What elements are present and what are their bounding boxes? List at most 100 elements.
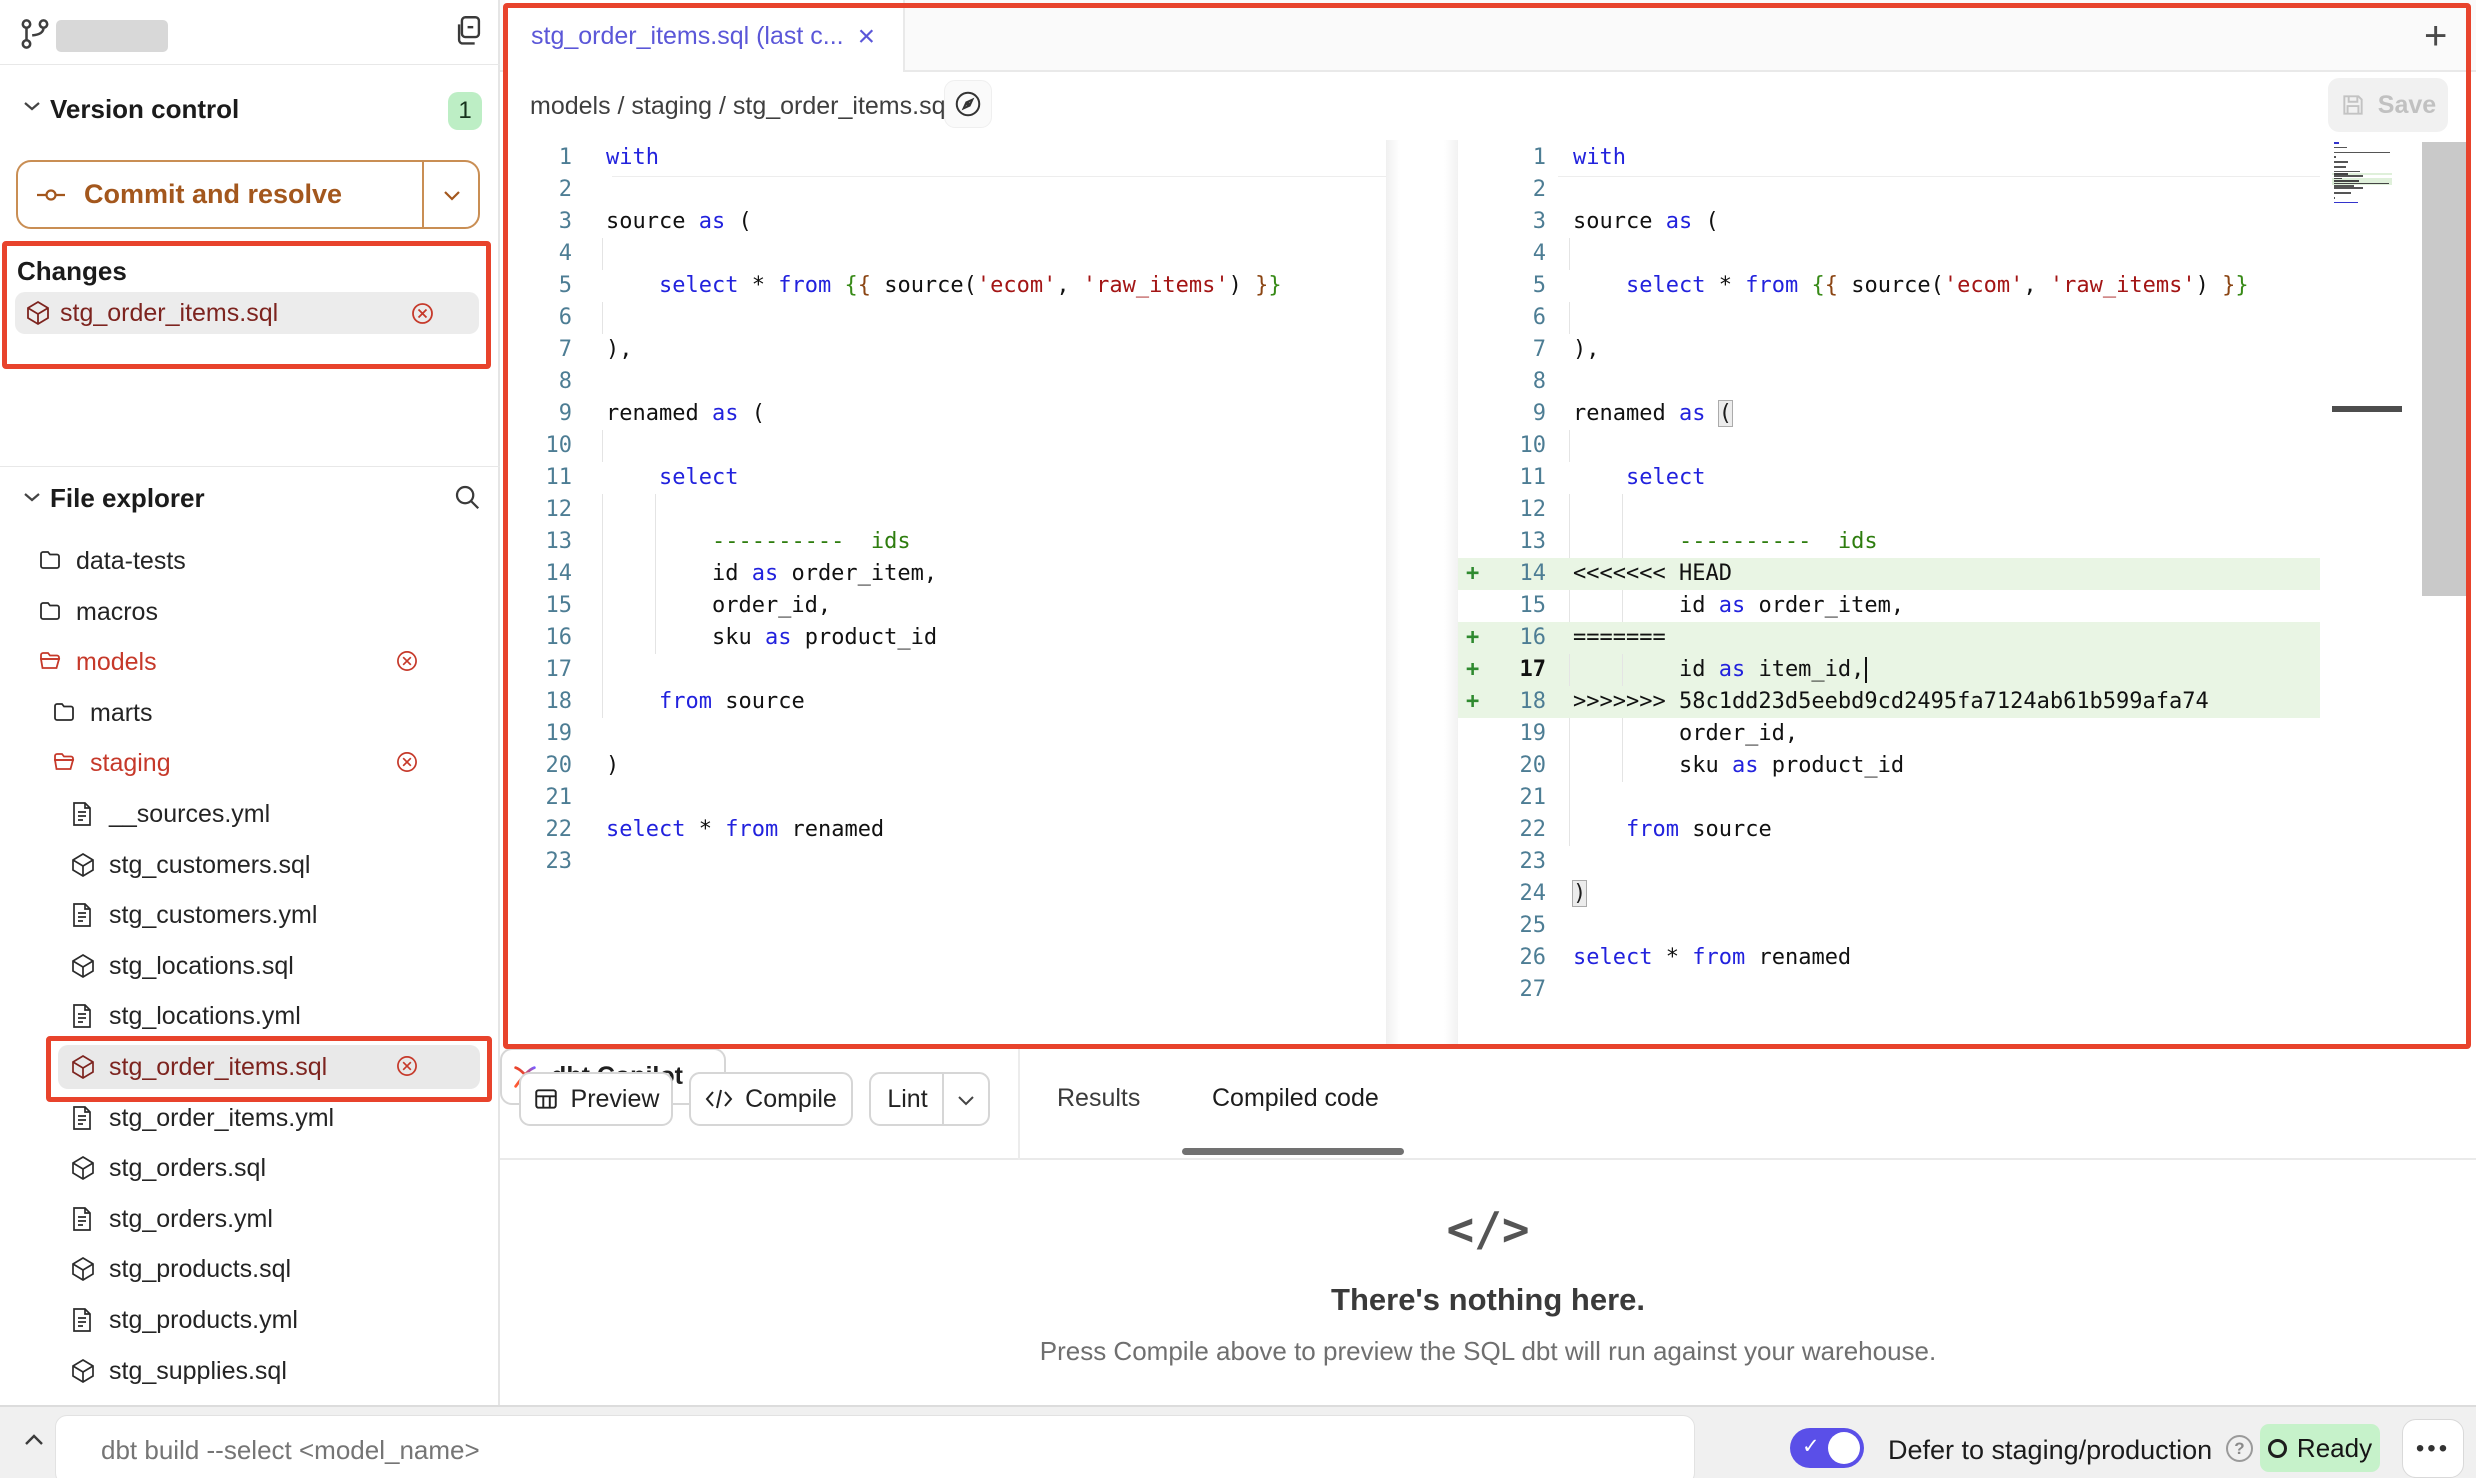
code-line-22[interactable]: 22select * from renamed xyxy=(505,814,1386,846)
code-line-20[interactable]: 20) xyxy=(505,750,1386,782)
code-line-9[interactable]: 9renamed as ( xyxy=(505,398,1386,430)
code-line-9[interactable]: 9renamed as ( xyxy=(1458,398,2320,430)
file-item-stg_locations.yml[interactable]: stg_locations.yml xyxy=(0,994,500,1038)
discard-change-icon[interactable] xyxy=(396,751,418,773)
file-item-staging[interactable]: staging xyxy=(0,741,500,785)
code-line-23[interactable]: 23 xyxy=(505,846,1386,878)
code-line-10[interactable]: 10 xyxy=(505,430,1386,462)
preview-button[interactable]: Preview xyxy=(519,1072,673,1126)
discard-change-icon[interactable] xyxy=(411,302,434,325)
discard-change-icon[interactable] xyxy=(396,650,418,672)
file-item-stg_customers.yml[interactable]: stg_customers.yml xyxy=(0,893,500,937)
code-line-18[interactable]: 18 from source xyxy=(505,686,1386,718)
file-item-stg_supplies.sql[interactable]: stg_supplies.sql xyxy=(0,1349,500,1393)
discard-change-icon[interactable] xyxy=(396,1055,418,1077)
code-line-12[interactable]: 12 xyxy=(1458,494,2320,526)
code-line-20[interactable]: 20 sku as product_id xyxy=(1458,750,2320,782)
commit-and-resolve-button[interactable]: Commit and resolve xyxy=(16,160,480,229)
file-item-stg_orders.sql[interactable]: stg_orders.sql xyxy=(0,1146,500,1190)
code-line-19[interactable]: 19 order_id, xyxy=(1458,718,2320,750)
minimap[interactable] xyxy=(2332,142,2392,208)
code-line-13[interactable]: 13 ---------- ids xyxy=(1458,526,2320,558)
tab-results[interactable]: Results xyxy=(1057,1084,1140,1113)
file-item-__sources.yml[interactable]: __sources.yml xyxy=(0,792,500,836)
diff-pane-original[interactable]: 1with23source as (45 select * from {{ so… xyxy=(505,142,1386,878)
code-line-14[interactable]: 14 id as order_item, xyxy=(505,558,1386,590)
chevron-down-icon[interactable] xyxy=(22,490,42,504)
file-item-stg_locations.sql[interactable]: stg_locations.sql xyxy=(0,944,500,988)
lineage-compass-icon[interactable] xyxy=(944,80,992,128)
file-item-stg_order_items.sql[interactable]: stg_order_items.sql xyxy=(0,1045,500,1089)
code-line-3[interactable]: 3source as ( xyxy=(1458,206,2320,238)
file-item-stg_order_items.yml[interactable]: stg_order_items.yml xyxy=(0,1096,500,1140)
tab-compiled-code[interactable]: Compiled code xyxy=(1212,1084,1379,1113)
help-icon[interactable]: ? xyxy=(2226,1435,2253,1462)
command-input[interactable] xyxy=(55,1415,1695,1478)
code-line-21[interactable]: 21 xyxy=(1458,782,2320,814)
compile-button[interactable]: Compile xyxy=(689,1072,853,1126)
chevron-up-icon[interactable] xyxy=(22,1431,46,1447)
code-line-1[interactable]: 1with xyxy=(505,142,1386,174)
new-tab-icon[interactable]: + xyxy=(2424,16,2447,56)
tab-stg-order-items[interactable]: stg_order_items.sql (last c... × xyxy=(505,0,905,73)
code-line-11[interactable]: 11 select xyxy=(505,462,1386,494)
code-line-2[interactable]: 2 xyxy=(1458,174,2320,206)
code-line-25[interactable]: 25 xyxy=(1458,910,2320,942)
more-options-button[interactable]: ••• xyxy=(2402,1419,2464,1478)
file-item-marts[interactable]: marts xyxy=(0,691,500,735)
code-line-14[interactable]: +14<<<<<<< HEAD xyxy=(1458,558,2320,590)
code-line-4[interactable]: 4 xyxy=(505,238,1386,270)
code-line-7[interactable]: 7), xyxy=(1458,334,2320,366)
code-line-6[interactable]: 6 xyxy=(505,302,1386,334)
code-line-3[interactable]: 3source as ( xyxy=(505,206,1386,238)
code-line-15[interactable]: 15 order_id, xyxy=(505,590,1386,622)
code-line-22[interactable]: 22 from source xyxy=(1458,814,2320,846)
code-line-7[interactable]: 7), xyxy=(505,334,1386,366)
file-item-macros[interactable]: macros xyxy=(0,590,500,634)
code-line-11[interactable]: 11 select xyxy=(1458,462,2320,494)
code-line-4[interactable]: 4 xyxy=(1458,238,2320,270)
code-line-8[interactable]: 8 xyxy=(505,366,1386,398)
file-explorer-header[interactable]: File explorer xyxy=(50,483,205,514)
code-line-24[interactable]: 24) xyxy=(1458,878,2320,910)
code-line-16[interactable]: 16 sku as product_id xyxy=(505,622,1386,654)
code-line-19[interactable]: 19 xyxy=(505,718,1386,750)
code-line-6[interactable]: 6 xyxy=(1458,302,2320,334)
code-line-2[interactable]: 2 xyxy=(505,174,1386,206)
code-line-10[interactable]: 10 xyxy=(1458,430,2320,462)
code-line-27[interactable]: 27 xyxy=(1458,974,2320,1006)
chevron-down-icon[interactable] xyxy=(440,188,464,204)
code-line-16[interactable]: +16======= xyxy=(1458,622,2320,654)
code-line-18[interactable]: +18>>>>>>> 58c1dd23d5eebd9cd2495fa7124ab… xyxy=(1458,686,2320,718)
defer-toggle[interactable]: ✓ xyxy=(1790,1428,1864,1468)
diff-editor[interactable]: 1with23source as (45 select * from {{ so… xyxy=(500,140,2476,1048)
file-item-stg_orders.yml[interactable]: stg_orders.yml xyxy=(0,1197,500,1241)
code-line-17[interactable]: +17 id as item_id, xyxy=(1458,654,2320,686)
code-line-26[interactable]: 26select * from renamed xyxy=(1458,942,2320,974)
code-line-5[interactable]: 5 select * from {{ source('ecom', 'raw_i… xyxy=(1458,270,2320,302)
code-line-12[interactable]: 12 xyxy=(505,494,1386,526)
file-item-models[interactable]: models xyxy=(0,640,500,684)
file-item-stg_products.sql[interactable]: stg_products.sql xyxy=(0,1247,500,1291)
code-line-23[interactable]: 23 xyxy=(1458,846,2320,878)
code-line-8[interactable]: 8 xyxy=(1458,366,2320,398)
code-line-21[interactable]: 21 xyxy=(505,782,1386,814)
file-item-stg_customers.sql[interactable]: stg_customers.sql xyxy=(0,843,500,887)
file-item-stg_products.yml[interactable]: stg_products.yml xyxy=(0,1298,500,1342)
chevron-down-icon[interactable] xyxy=(22,99,42,113)
copy-icon[interactable] xyxy=(452,12,486,48)
code-line-13[interactable]: 13 ---------- ids xyxy=(505,526,1386,558)
editor-scrollbar[interactable] xyxy=(2422,142,2467,596)
search-icon[interactable] xyxy=(452,482,482,512)
diff-pane-modified[interactable]: 1with23source as (45 select * from {{ so… xyxy=(1458,142,2320,1006)
status-badge[interactable]: Ready xyxy=(2260,1424,2380,1472)
tab-close-icon[interactable]: × xyxy=(858,22,876,52)
code-line-15[interactable]: 15 id as order_item, xyxy=(1458,590,2320,622)
save-button[interactable]: Save xyxy=(2328,78,2448,132)
chevron-down-icon[interactable] xyxy=(955,1094,977,1108)
code-line-1[interactable]: 1with xyxy=(1458,142,2320,174)
lint-button[interactable]: Lint xyxy=(869,1072,990,1126)
changes-file-row[interactable]: stg_order_items.sql xyxy=(15,292,479,334)
code-line-17[interactable]: 17 xyxy=(505,654,1386,686)
code-line-5[interactable]: 5 select * from {{ source('ecom', 'raw_i… xyxy=(505,270,1386,302)
